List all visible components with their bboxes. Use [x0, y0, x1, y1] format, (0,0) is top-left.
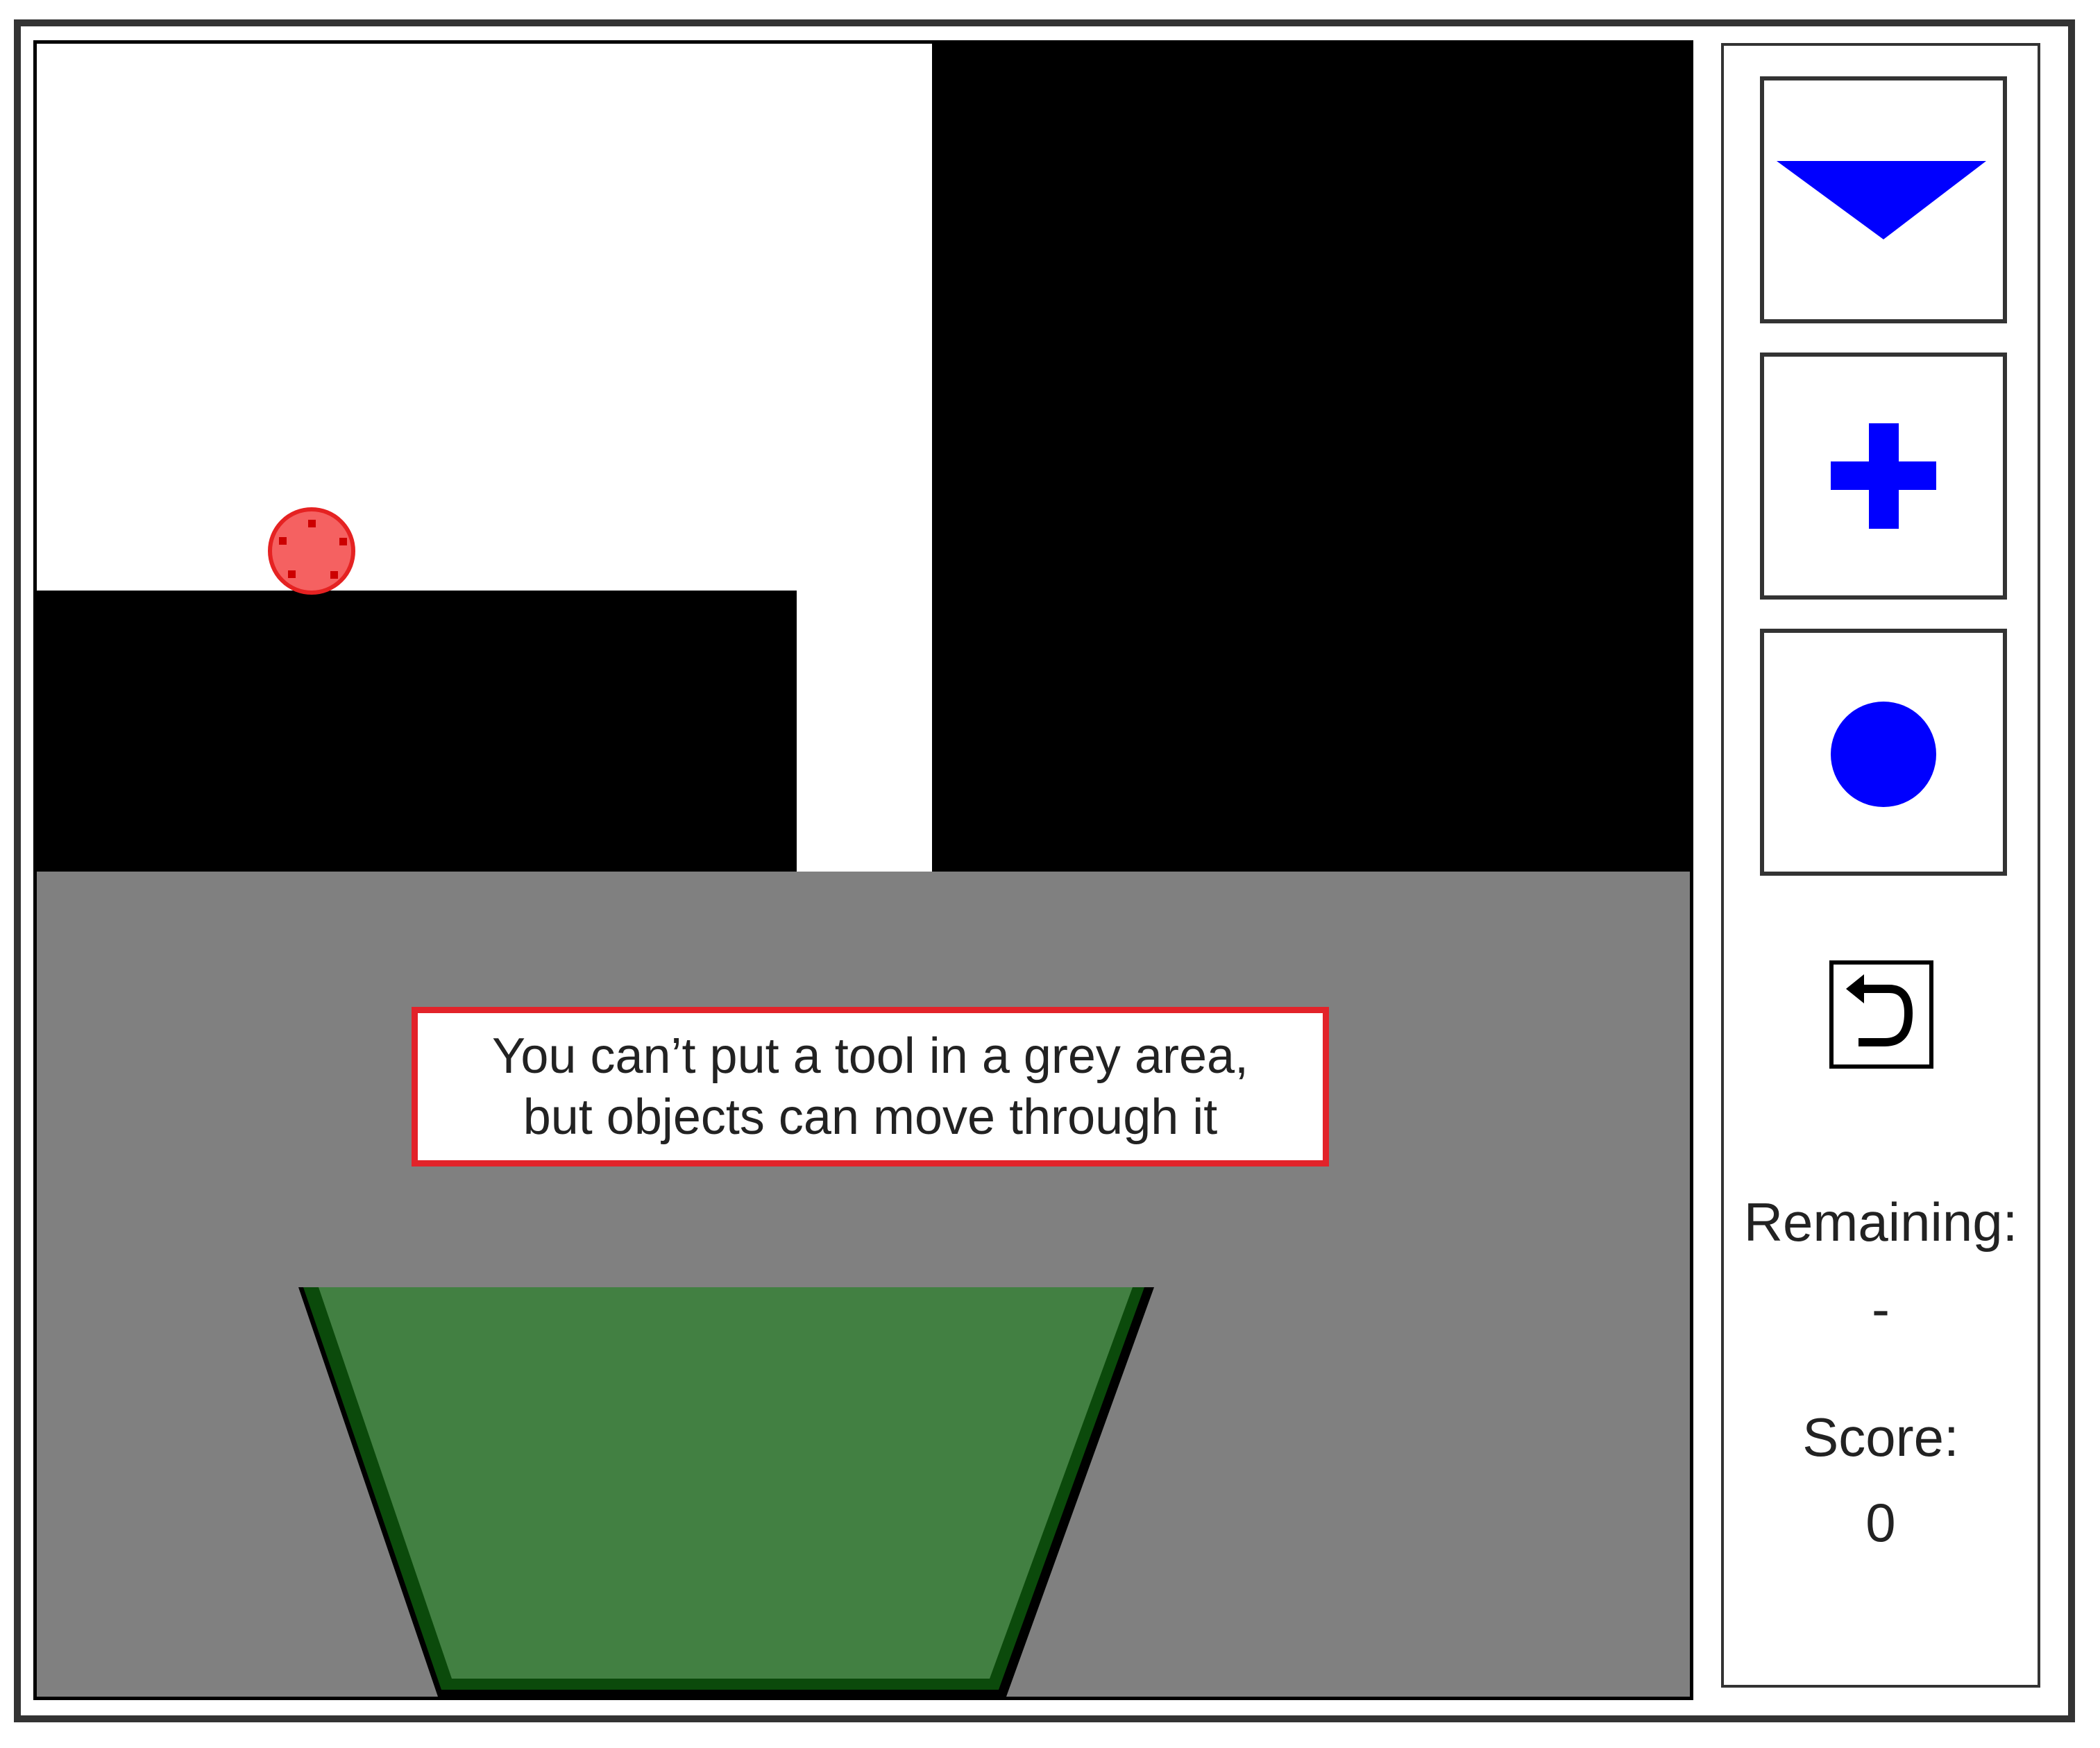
left-ledge-wall: [37, 591, 797, 872]
plus-icon: [1831, 423, 1936, 529]
circle-icon: [1831, 702, 1936, 807]
remaining-value: -: [1872, 1278, 1890, 1339]
reset-button[interactable]: [1829, 960, 1933, 1069]
score-value: 0: [1865, 1492, 1896, 1553]
circle-tool-button[interactable]: [1760, 629, 2007, 876]
remaining-label: Remaining:: [1743, 1191, 2018, 1253]
reset-arrow-icon: [1846, 974, 1913, 1046]
triangle-icon: [1777, 161, 1986, 239]
game-world[interactable]: You can’t put a tool in a grey area, but…: [33, 40, 1693, 1700]
plus-tool-button[interactable]: [1760, 353, 2007, 600]
world-canvas[interactable]: [37, 44, 1690, 1697]
tool-panel: Remaining: - Score: 0: [1721, 43, 2040, 1688]
right-block-wall: [932, 44, 1690, 872]
red-ball[interactable]: [268, 507, 355, 595]
goal-container-fill: [319, 1287, 1133, 1679]
score-label: Score:: [1802, 1407, 1959, 1468]
down-triangle-tool-button[interactable]: [1760, 76, 2007, 323]
hint-box: You can’t put a tool in a grey area, but…: [412, 1007, 1329, 1166]
